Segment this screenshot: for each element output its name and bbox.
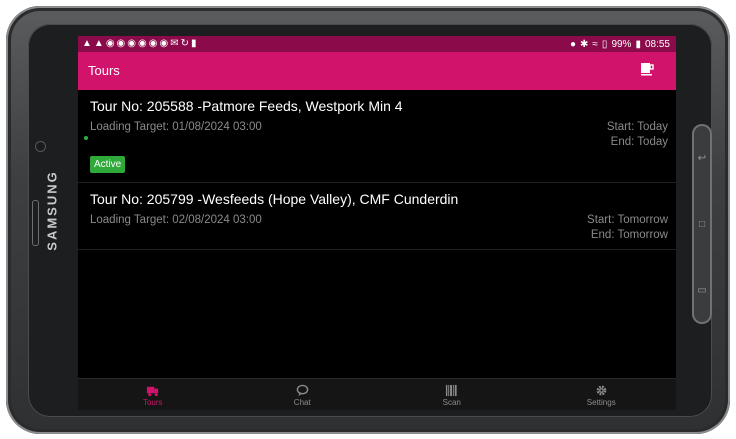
tour-end: End: Tomorrow [590,229,668,241]
system-status: ● ✱ ≈ ▯ 99% ▮ 08:55 [570,39,676,50]
status-bar: ▲ ▲ ◉ ◉ ◉ ◉ ◉ ◉ ✉ ↻ ▮ ● ✱ ≈ ▯ 99% ▮ 08:5… [78,36,676,52]
hardware-buttons: ↩ □ ▭ [692,124,712,324]
battery-level: 99% [611,38,632,50]
status-badge: Active [90,156,126,173]
tour-title: Tour No: 205588 -Patmore Feeds, Westpork… [90,98,403,114]
warning-icon: ▲ [82,38,92,49]
tool-icon: ▮ [191,38,197,49]
home-hardware-button[interactable]: □ [695,194,709,254]
nav-scan[interactable]: Scan [402,380,502,410]
clock: 08:55 [644,38,670,50]
active-indicator-dot [84,136,88,140]
device-brand: SAMSUNG [44,169,60,251]
nav-label: Settings [586,397,616,407]
page-title: Tours [88,63,120,78]
tour-title: Tour No: 205799 -Wesfeeds (Hope Valley),… [90,191,459,207]
wifi-icon: ≈ [592,38,598,50]
nav-chat[interactable]: Chat [252,380,352,410]
notification-icon: ◉ [148,38,158,49]
loading-target: Loading Target: 02/08/2024 03:00 [90,214,262,226]
mail-icon: ✉ [170,38,179,49]
tour-start: Start: Tomorrow [587,214,668,226]
nav-tours[interactable]: Tours [103,380,203,410]
coffee-cup-icon[interactable] [640,62,654,76]
bluetooth-icon: ✱ [580,38,589,50]
nav-settings[interactable]: Settings [551,380,651,410]
battery-icon: ▮ [635,38,641,50]
bottom-navigation: Tours Chat Scan Settings [78,378,676,410]
sync-icon: ↻ [180,38,189,49]
list-item[interactable]: Tour No: 205799 -Wesfeeds (Hope Valley),… [78,183,676,250]
chat-icon [296,384,309,396]
truck-icon [147,386,159,396]
gear-icon [596,385,607,395]
notification-icon: ◉ [105,38,115,49]
app-screen: ▲ ▲ ◉ ◉ ◉ ◉ ◉ ◉ ✉ ↻ ▮ ● ✱ ≈ ▯ 99% ▮ 08:5… [78,36,676,410]
nav-label: Scan [442,397,461,407]
back-hardware-button[interactable]: ↩ [695,128,709,188]
tour-end: End: Today [610,136,668,148]
tour-list: Tour No: 205588 -Patmore Feeds, Westpork… [78,90,676,250]
loading-target: Loading Target: 01/08/2024 03:00 [90,121,262,133]
notification-icon: ◉ [127,38,137,49]
nav-label: Tours [142,397,163,407]
notification-icon: ◉ [159,38,169,49]
recents-hardware-button[interactable]: ▭ [695,260,709,320]
tour-start: Start: Today [606,121,668,133]
notification-icons: ▲ ▲ ◉ ◉ ◉ ◉ ◉ ◉ ✉ ↻ ▮ [78,39,197,49]
barcode-icon [446,384,457,396]
location-icon: ● [569,38,577,50]
nav-label: Chat [293,397,311,407]
list-item[interactable]: Tour No: 205588 -Patmore Feeds, Westpork… [78,90,676,183]
signal-icon: ▯ [601,38,608,50]
notification-icon: ◉ [138,38,147,49]
app-bar: Tours [78,52,676,90]
notification-icon: ◉ [116,38,126,49]
warning-icon: ▲ [93,38,104,49]
